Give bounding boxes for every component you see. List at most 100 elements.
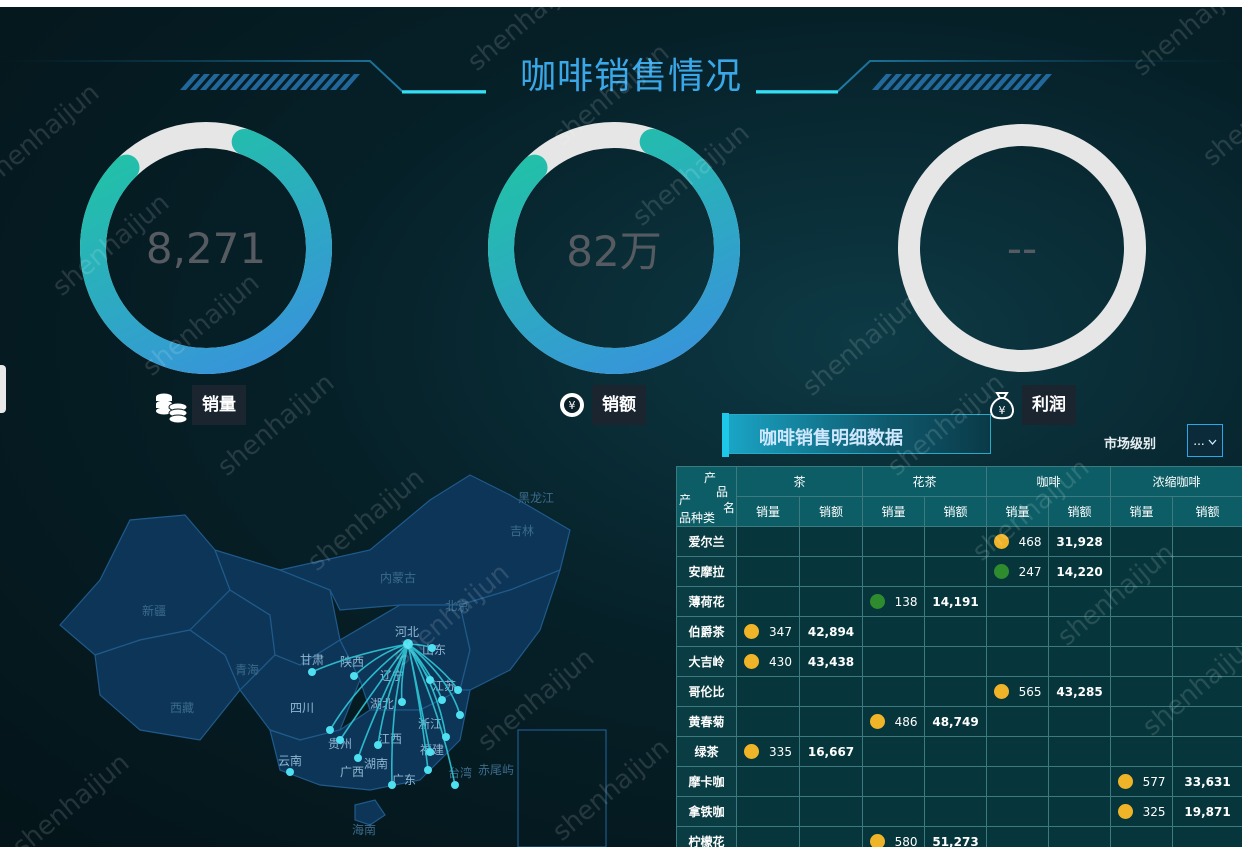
table-row[interactable]: 摩卡咖 577 33,631 bbox=[676, 766, 1242, 797]
table-row[interactable]: 伯爵茶 347 42,894 bbox=[676, 616, 1242, 647]
table-cell bbox=[1172, 526, 1242, 557]
map-label: 四川 bbox=[290, 701, 314, 715]
detail-title-text: 咖啡销售明细数据 bbox=[759, 428, 903, 449]
column-group-header[interactable]: 花茶 bbox=[862, 466, 988, 497]
table-row[interactable]: 柠檬花 580 51,273 bbox=[676, 826, 1242, 847]
china-sales-map[interactable]: 新疆 西藏 青海 吉林 黑龙江 内蒙古 北京 台湾 海南 赤尾屿 甘肃 陕西 四… bbox=[40, 440, 640, 847]
table-cell bbox=[862, 556, 926, 587]
market-level-select[interactable]: ... bbox=[1187, 424, 1223, 457]
region-hainan[interactable] bbox=[354, 799, 386, 826]
table-cell bbox=[798, 586, 864, 617]
table-row[interactable]: 大吉岭 430 43,438 bbox=[676, 646, 1242, 677]
column-header[interactable]: 销额 bbox=[1048, 496, 1112, 527]
table-row[interactable]: 拿铁咖 325 19,871 bbox=[676, 796, 1242, 827]
table-row[interactable]: 黄春菊 486 48,749 bbox=[676, 706, 1242, 737]
status-dot bbox=[744, 654, 760, 669]
table-cell bbox=[862, 736, 926, 767]
table-cell bbox=[924, 766, 988, 797]
table-cell bbox=[1048, 796, 1112, 827]
table-cell bbox=[924, 646, 988, 677]
table-row[interactable]: 哥伦比 565 43,285 bbox=[676, 676, 1242, 707]
column-header[interactable]: 销额 bbox=[924, 496, 988, 527]
table-cell: 33,631 bbox=[1172, 766, 1242, 797]
side-collapse-tab[interactable] bbox=[0, 365, 6, 413]
column-header[interactable]: 销量 bbox=[986, 496, 1050, 527]
page-title: 咖啡销售情况 bbox=[519, 56, 742, 97]
column-header[interactable]: 销量 bbox=[1110, 496, 1174, 527]
table-cell bbox=[1048, 736, 1112, 767]
table-cell: 347 bbox=[736, 616, 800, 647]
detail-section-title: 咖啡销售明细数据 bbox=[722, 413, 991, 457]
map-label: 新疆 bbox=[142, 603, 166, 618]
table-cell bbox=[986, 826, 1050, 847]
table-cell bbox=[862, 796, 926, 827]
column-group-header[interactable]: 浓缩咖啡 bbox=[1110, 466, 1242, 497]
table-row[interactable]: 爱尔兰 468 31,928 bbox=[676, 526, 1242, 557]
status-dot bbox=[869, 594, 885, 609]
status-dot bbox=[993, 684, 1009, 699]
profit-value: -- bbox=[1006, 223, 1038, 273]
map-label: 湖南 bbox=[364, 756, 388, 771]
sales-amount-gauge: 82万 bbox=[486, 120, 742, 376]
column-header[interactable]: 销量 bbox=[736, 496, 800, 527]
table-cell: 430 bbox=[736, 646, 800, 677]
table-cell: 565 bbox=[986, 676, 1050, 707]
map-label: 内蒙古 bbox=[380, 570, 416, 585]
row-name-cell: 伯爵茶 bbox=[676, 616, 737, 647]
table-cell bbox=[862, 676, 926, 707]
table-cell bbox=[986, 646, 1050, 677]
row-name-cell: 爱尔兰 bbox=[676, 526, 737, 557]
table-cell bbox=[1048, 646, 1112, 677]
table-cell bbox=[986, 796, 1050, 827]
table-cell bbox=[986, 706, 1050, 737]
table-cell bbox=[1110, 556, 1174, 587]
table-cell bbox=[1172, 586, 1242, 617]
status-dot bbox=[869, 714, 885, 729]
table-cell bbox=[1110, 586, 1174, 617]
title-accent-bar bbox=[722, 413, 729, 457]
cell-value: 565 bbox=[1018, 684, 1042, 699]
table-row[interactable]: 薄荷花 138 14,191 bbox=[676, 586, 1242, 617]
column-group-header[interactable]: 咖啡 bbox=[986, 466, 1112, 497]
table-cell bbox=[1110, 736, 1174, 767]
table-cell bbox=[1110, 616, 1174, 647]
table-cell bbox=[798, 526, 864, 557]
row-name-cell: 绿茶 bbox=[676, 736, 737, 767]
table-cell: 468 bbox=[986, 526, 1050, 557]
cell-value: 468 bbox=[1018, 534, 1042, 549]
column-header[interactable]: 销额 bbox=[798, 496, 864, 527]
status-dot bbox=[744, 744, 760, 759]
table-cell bbox=[1172, 706, 1242, 737]
table-cell: 31,928 bbox=[1048, 526, 1112, 557]
column-header[interactable]: 销额 bbox=[1172, 496, 1242, 527]
table-cell bbox=[736, 706, 800, 737]
column-header[interactable]: 销量 bbox=[862, 496, 926, 527]
table-cell bbox=[924, 526, 988, 557]
table-cell bbox=[1048, 766, 1112, 797]
table-cell: 16,667 bbox=[798, 736, 864, 767]
map-label: 黑龙江 bbox=[518, 491, 554, 505]
cell-value: 347 bbox=[769, 624, 792, 639]
sales-detail-table: 产 品 名 产 品种类 茶 花茶 咖啡 浓缩咖啡 销量 销额 销量 销额 销量 … bbox=[676, 466, 1242, 847]
table-cell bbox=[862, 766, 926, 797]
map-label: 海南 bbox=[352, 822, 376, 837]
table-cell bbox=[1048, 706, 1112, 737]
table-cell: 577 bbox=[1110, 766, 1174, 797]
table-cell bbox=[1048, 826, 1112, 847]
table-row[interactable]: 安摩拉 247 14,220 bbox=[676, 556, 1242, 587]
yuan-coin-icon: ¥ bbox=[552, 385, 592, 425]
table-cell: 247 bbox=[986, 556, 1050, 587]
table-cell: 486 bbox=[862, 706, 926, 737]
table-row[interactable]: 绿茶 335 16,667 bbox=[676, 736, 1242, 767]
sales-amount-value: 82万 bbox=[566, 226, 662, 276]
table-cell bbox=[798, 676, 864, 707]
table-cell: 51,273 bbox=[924, 826, 988, 847]
column-group-header[interactable]: 茶 bbox=[735, 466, 864, 497]
table-cell bbox=[924, 556, 988, 587]
map-label: 广西 bbox=[340, 765, 364, 779]
status-dot bbox=[744, 624, 760, 639]
chevron-down-icon bbox=[1208, 434, 1217, 448]
row-name-cell: 拿铁咖 bbox=[676, 796, 737, 827]
map-label: 赤尾屿 bbox=[478, 763, 514, 777]
table-cell bbox=[1172, 826, 1242, 847]
